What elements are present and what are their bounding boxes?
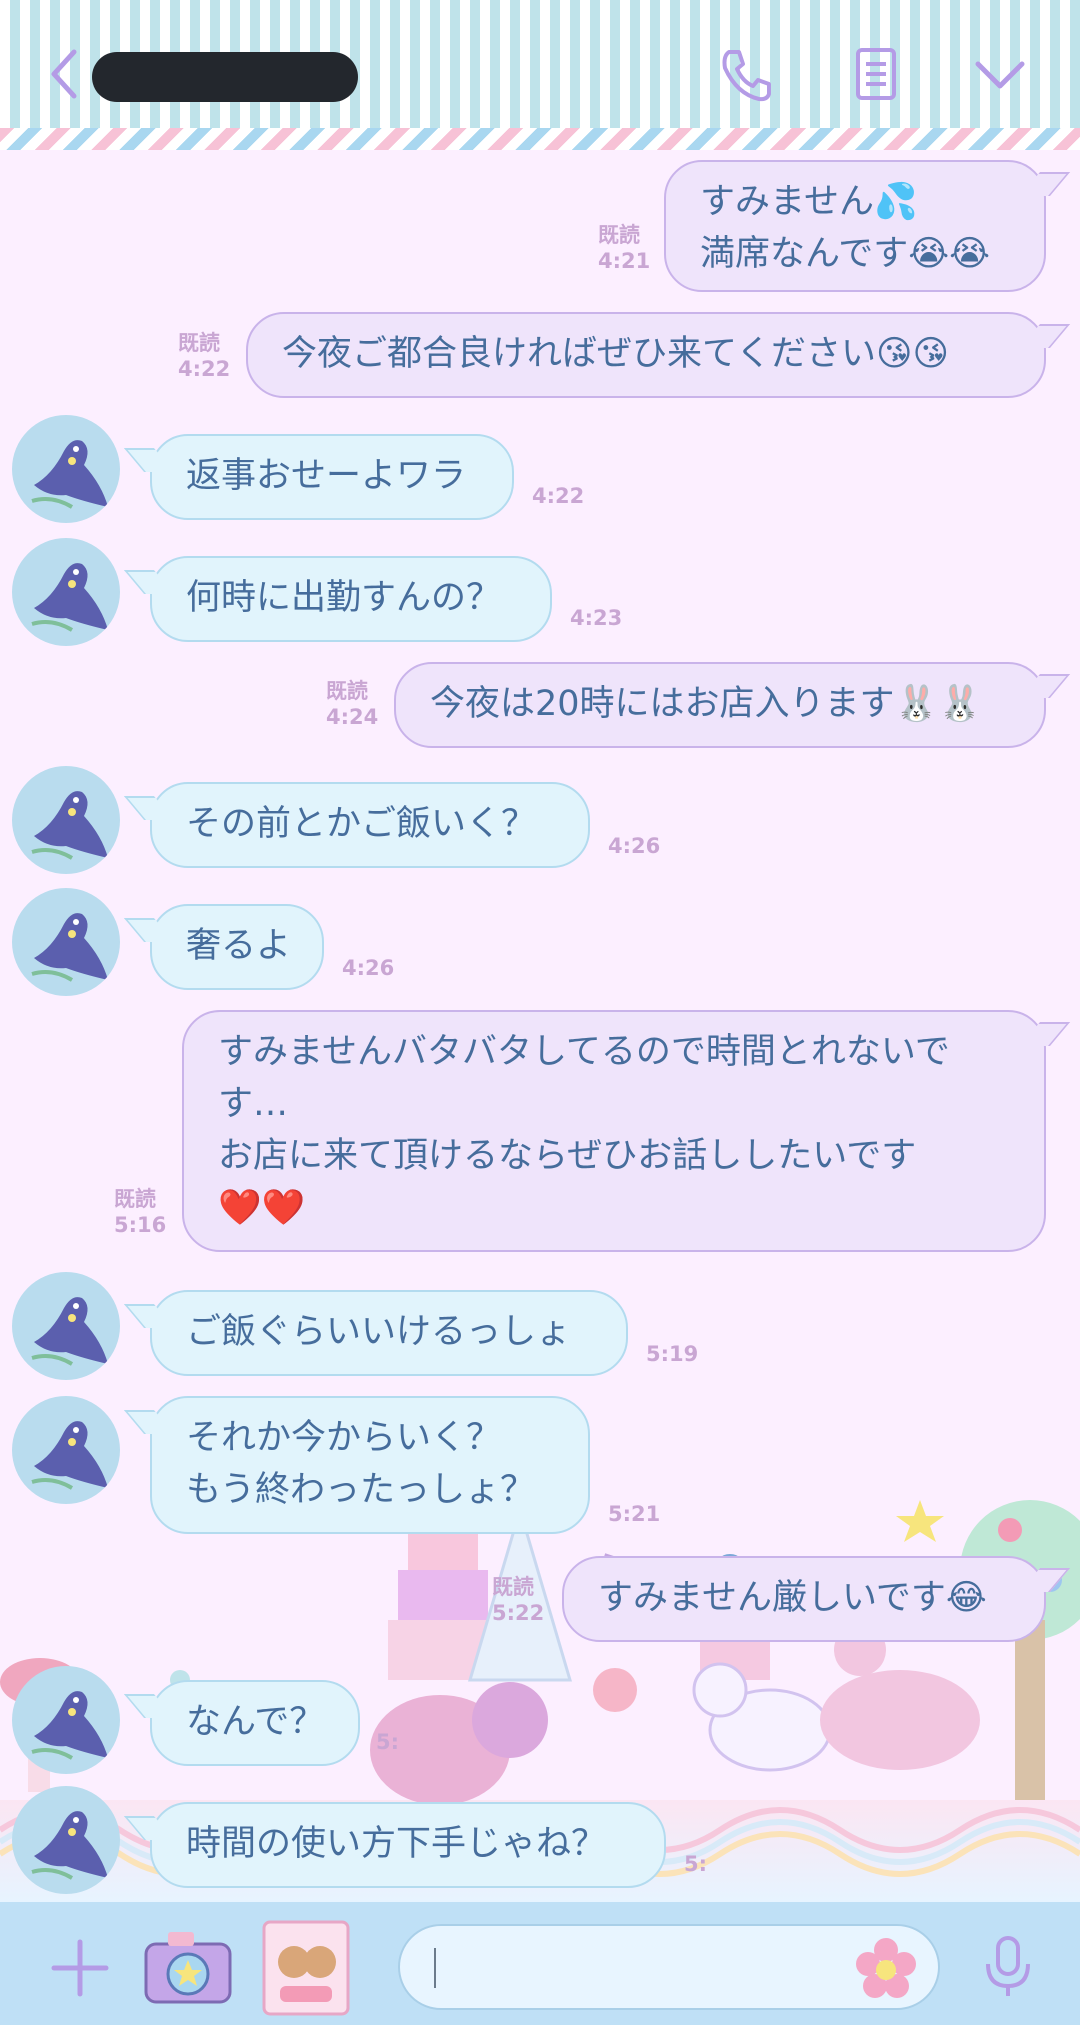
timestamp: 4:21 <box>598 249 651 273</box>
chevron-down-icon[interactable] <box>970 44 1030 104</box>
incoming-message-12[interactable]: なんで？ <box>150 1680 360 1766</box>
message-line: 今夜は20時にはお店入ります🐰🐰 <box>430 684 982 724</box>
timestamp: 5:21 <box>608 1502 661 1526</box>
outgoing-message-5[interactable]: 今夜は20時にはお店入ります🐰🐰 <box>394 662 1046 748</box>
message-text-field[interactable] <box>398 1924 940 2010</box>
message-line: それか今からいく？ <box>186 1418 502 1458</box>
outgoing-message-8[interactable]: すみませんバタバタしてるので時間とれないで す… お店に来て頂けるならぜひお話し… <box>182 1010 1046 1252</box>
read-label: 既読 <box>178 331 220 355</box>
timestamp: 5: <box>376 1730 400 1754</box>
message-line: す… <box>218 1084 289 1124</box>
timestamp: 4:24 <box>326 705 379 729</box>
read-label: 既読 <box>492 1575 534 1599</box>
avatar[interactable] <box>12 415 120 523</box>
chat-header <box>0 0 1080 152</box>
message-line: その前とかご飯いく？ <box>186 804 537 844</box>
timestamp: 4:26 <box>608 834 661 858</box>
outgoing-message-11[interactable]: すみません厳しいです😂 <box>562 1556 1046 1642</box>
bird-avatar-icon <box>31 791 108 860</box>
message-line: お店に来て頂けるならぜひお話ししたいです <box>218 1136 917 1176</box>
sticker-icon[interactable] <box>258 1916 354 2020</box>
avatar[interactable] <box>12 538 120 646</box>
message-input-bar <box>0 1902 1080 2025</box>
timestamp: 5:19 <box>646 1342 699 1366</box>
read-status-2: 既読 4:22 <box>178 330 230 382</box>
header-rope-decoration <box>0 128 1080 152</box>
plus-icon[interactable] <box>48 1936 112 2000</box>
message-line: 満席なんです😭😭 <box>700 234 991 274</box>
timestamp: 5:16 <box>114 1213 167 1237</box>
bird-avatar-icon <box>31 440 108 509</box>
read-status-8: 既読 5:16 <box>114 1186 166 1238</box>
read-label: 既読 <box>598 223 640 247</box>
bird-avatar-icon <box>31 1691 108 1760</box>
timestamp: 4:26 <box>342 956 395 980</box>
back-chevron-icon[interactable] <box>38 44 98 104</box>
incoming-message-9[interactable]: ご飯ぐらいいけるっしょ <box>150 1290 628 1376</box>
avatar[interactable] <box>12 1666 120 1774</box>
avatar[interactable] <box>12 766 120 874</box>
message-line: もう終わったっしょ？ <box>186 1470 535 1510</box>
bird-avatar-icon <box>31 563 108 632</box>
incoming-message-13[interactable]: 時間の使い方下手じゃね？ <box>150 1802 666 1888</box>
avatar[interactable] <box>12 1786 120 1894</box>
avatar[interactable] <box>12 1272 120 1380</box>
timestamp: 4:22 <box>532 484 585 508</box>
timestamp: 5:22 <box>492 1601 545 1625</box>
contact-name-redacted <box>92 52 358 102</box>
message-line: すみません厳しいです😂 <box>598 1578 987 1618</box>
incoming-message-3[interactable]: 返事おせーよワラ <box>150 434 514 520</box>
message-line: すみません💦 <box>700 182 918 222</box>
bird-avatar-icon <box>31 913 108 982</box>
incoming-message-6[interactable]: その前とかご飯いく？ <box>150 782 590 868</box>
microphone-icon[interactable] <box>980 1934 1036 2000</box>
message-line: 何時に出勤すんの？ <box>186 578 502 618</box>
read-status-5: 既読 4:24 <box>326 678 378 730</box>
message-line: 奢るよ <box>186 926 292 966</box>
phone-icon[interactable] <box>715 44 775 104</box>
camera-icon[interactable] <box>140 1922 236 2012</box>
incoming-message-10[interactable]: それか今からいく？ もう終わったっしょ？ <box>150 1396 590 1534</box>
bird-avatar-icon <box>31 1811 108 1880</box>
timestamp: 5: <box>684 1852 708 1876</box>
read-label: 既読 <box>326 679 368 703</box>
read-label: 既読 <box>114 1187 156 1211</box>
text-caret <box>434 1948 436 1988</box>
message-line: なんで？ <box>186 1702 325 1742</box>
incoming-message-4[interactable]: 何時に出勤すんの？ <box>150 556 552 642</box>
message-line: すみませんバタバタしてるので時間とれないで <box>218 1032 950 1072</box>
message-line: ご飯ぐらいいけるっしょ <box>186 1312 572 1352</box>
avatar[interactable] <box>12 1396 120 1504</box>
read-status-1: 既読 4:21 <box>598 222 650 274</box>
bird-avatar-icon <box>31 1297 108 1366</box>
outgoing-message-2[interactable]: 今夜ご都合良ければぜひ来てください😘😘 <box>246 312 1046 398</box>
avatar[interactable] <box>12 888 120 996</box>
outgoing-message-1[interactable]: すみません💦 満席なんです😭😭 <box>664 160 1046 292</box>
message-line: 時間の使い方下手じゃね？ <box>186 1824 607 1864</box>
chat-area[interactable]: 既読 4:21 すみません💦 満席なんです😭😭 既読 4:22 今夜ご都合良けれ… <box>0 150 1080 1902</box>
timestamp: 4:22 <box>178 357 231 381</box>
notes-icon[interactable] <box>846 44 906 104</box>
message-line: 返事おせーよワラ <box>186 456 467 496</box>
timestamp: 4:23 <box>570 606 623 630</box>
bird-avatar-icon <box>31 1421 108 1490</box>
incoming-message-7[interactable]: 奢るよ <box>150 904 324 990</box>
message-line: 今夜ご都合良ければぜひ来てください😘😘 <box>282 334 949 374</box>
message-line: ❤️❤️ <box>218 1188 306 1228</box>
flower-emoji-icon[interactable] <box>852 1934 920 2002</box>
read-status-11: 既読 5:22 <box>492 1574 544 1626</box>
